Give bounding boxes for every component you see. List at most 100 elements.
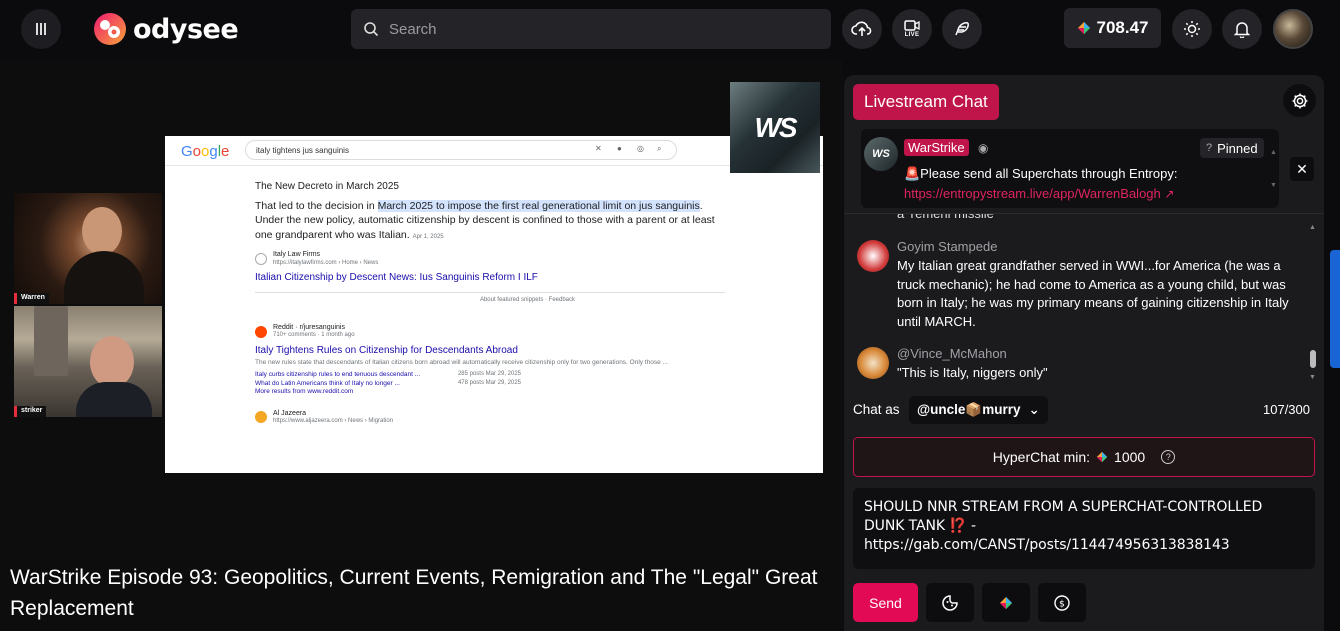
chevron-down-icon: ⌄ [1028,402,1040,417]
google-search-icon: ⌕ [657,144,662,153]
divider [255,292,725,294]
notifications-button[interactable] [1222,9,1262,49]
chat-settings-button[interactable] [1283,84,1316,117]
menu-button[interactable] [21,9,61,49]
pinned-link[interactable]: https://entropystream.live/app/WarrenBal… [904,186,1161,201]
go-live-button[interactable]: LIVE [892,9,932,49]
lbc-icon [1096,451,1108,463]
more-results-link: More results from www.reddit.com [255,388,354,396]
pinned-avatar: WS [864,137,898,171]
screen-share: Google italy tightens jus sanguinis ✕ ● … [165,136,823,473]
tip-credits-button[interactable] [982,583,1030,622]
clear-icon: ✕ [595,144,602,153]
pinned-message: WS WarStrike ◉ ? Pinned 🚨Please send all … [861,129,1279,208]
video-player[interactable]: Google italy tightens jus sanguinis ✕ ● … [0,60,843,631]
theme-toggle-button[interactable] [1172,9,1212,49]
pinned-text: 🚨Please send all Superchats through Entr… [904,166,1178,201]
shoulders [64,251,144,304]
commenter-name[interactable]: @Vince_McMahon [897,346,1007,361]
result-source: Reddit · r/juresanguinis 710+ comments · … [255,323,725,340]
logo-text: odysee [133,13,239,45]
char-count: 107/300 [1263,402,1310,417]
help-icon[interactable]: ? [1161,450,1176,464]
result-link: Italy Tightens Rules on Citizenship for … [255,345,518,357]
sticker-icon [942,594,958,611]
top-bar: odysee LIVE 708.47 [0,0,1340,60]
search-input[interactable] [389,20,831,38]
tip-usd-button[interactable]: $ [1038,583,1086,622]
face [82,207,122,255]
cam-label: striker [14,406,47,417]
lens-icon: ◎ [637,144,644,153]
google-search-bar: Google italy tightens jus sanguinis ✕ ● … [165,136,823,166]
message-body: "This is Italy, niggers only" [897,365,1048,380]
mic-icon: ● [617,144,622,153]
search-icon [364,22,379,37]
lbc-icon [1077,22,1090,34]
credits-balance[interactable]: 708.47 [1064,8,1161,48]
dollar-icon: $ [1054,594,1070,611]
webcam-warren: Warren [14,193,162,304]
credits-value: 708.47 [1096,18,1149,37]
upload-button[interactable] [842,9,882,49]
result-desc: The new rules state that descendants of … [255,359,668,367]
svg-text:$: $ [1059,599,1065,609]
favicon-icon [255,252,267,265]
search-bar[interactable] [351,9,831,49]
face [90,336,134,388]
side-extension-tab[interactable] [1330,250,1340,368]
sticker-button[interactable] [926,583,974,622]
cam-label: Warren [14,293,49,304]
gear-icon [1292,93,1307,108]
pinned-scrollbar[interactable]: ▲ ▼ [1270,149,1278,199]
chat-scrollbar[interactable]: ▲ ▼ [1309,224,1318,381]
video-camera-icon [904,20,920,31]
close-icon: ✕ [1296,160,1308,177]
streamer-badge-icon: ◉ [978,141,989,155]
commenter-avatar[interactable] [857,240,889,272]
featured-snippet: That led to the decision in March 2025 t… [255,200,715,241]
send-button[interactable]: Send [853,583,918,622]
livestream-chat-panel: Livestream Chat WS WarStrike ◉ ? Pinned 🚨… [844,75,1324,631]
reddit-icon [255,325,267,338]
shoulders [76,382,152,417]
chat-as-label: Chat as [853,402,900,417]
pinned-label: ? Pinned [1200,138,1264,158]
feedback-row: About featured snippets · Feedback [479,297,575,304]
chat-input[interactable]: SHOULD NNR STREAM FROM A SUPERCHAT-CONTR… [853,488,1315,569]
user-avatar[interactable] [1273,9,1313,49]
feather-icon [955,22,969,36]
external-link-icon: ↗ [1164,187,1175,201]
hamburger-icon [36,23,46,35]
bell-icon [1234,22,1250,38]
live-label: LIVE [904,32,920,38]
google-query: italy tightens jus sanguinis [245,140,677,160]
pin-icon: ? [1206,142,1213,154]
webcam-striker: striker [14,306,162,417]
result-source: Al Jazeera https://www.aljazeera.com › Ne… [255,409,725,426]
sun-icon [1184,21,1200,37]
chat-messages: a Yemeni missile Goyim Stampede My Itali… [844,213,1324,381]
create-post-button[interactable] [942,9,982,49]
odysee-logo-icon [94,13,126,45]
commenter-avatar[interactable] [857,347,889,379]
sub-result: What do Latin Americans think of Italy n… [255,379,521,387]
google-logo: Google [181,143,230,160]
google-results: The New Decreto in March 2025 That led t… [255,180,725,426]
cloud-upload-icon [851,21,872,36]
aljazeera-icon [255,411,267,424]
message-fragment: a Yemeni missile [897,213,994,221]
result-source: Italy Law Firms https://italylawfirms.com… [255,250,725,267]
odysee-logo[interactable]: odysee [93,11,239,47]
close-pinned-button[interactable]: ✕ [1290,157,1314,181]
result-link: Italian Citizenship by Descent News: Ius… [255,272,538,284]
tab-livestream-chat[interactable]: Livestream Chat [853,84,999,120]
warstrike-badge: WS [730,82,820,173]
commenter-name[interactable]: Goyim Stampede [897,239,997,254]
snippet-heading: The New Decreto in March 2025 [255,181,399,192]
sub-result: Italy curbs citizenship rules to end ten… [255,371,521,379]
channel-selector[interactable]: @uncle📦murry ⌄ [909,396,1048,424]
fireplace [34,306,68,376]
hyperchat-minimum[interactable]: HyperChat min: 1000 ? [853,437,1315,477]
pinned-author[interactable]: WarStrike [904,139,969,156]
